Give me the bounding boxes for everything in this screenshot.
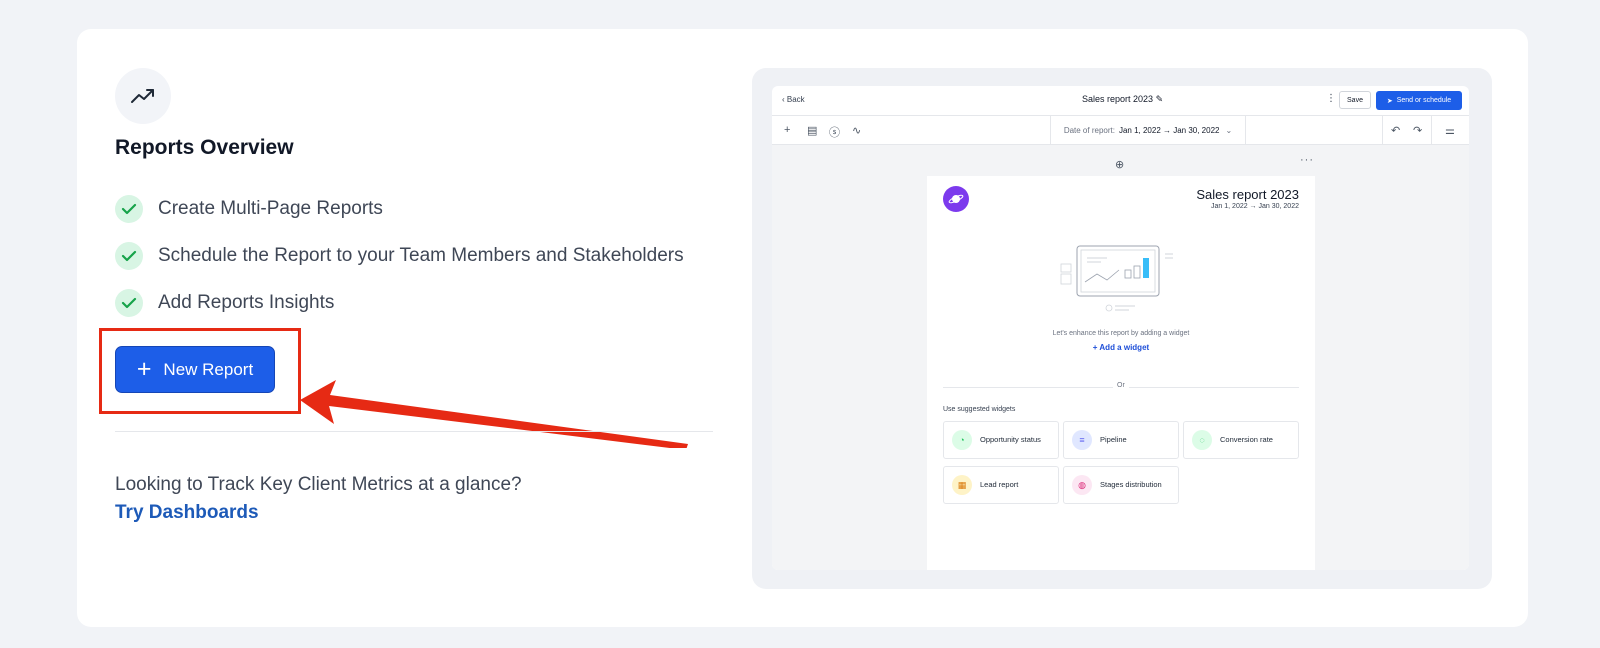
redo-icon[interactable]: ↷ [1413,124,1422,137]
widget-opportunity-status[interactable]: ◔ Opportunity status [943,421,1059,459]
more-vertical-icon[interactable]: ⋮ [1326,93,1336,104]
feature-label: Schedule the Report to your Team Members… [158,245,684,266]
more-horizontal-icon[interactable]: ··· [1300,154,1314,166]
highlight-box [99,328,301,414]
date-label: Date of report: [1063,126,1115,135]
widget-conversion-rate[interactable]: ◌ Conversion rate [1183,421,1299,459]
or-label: Or [1113,382,1129,389]
check-icon [115,195,143,223]
doc-title: Sales report 2023 ✎ [1082,94,1164,104]
settings-sliders-icon[interactable]: ⚌ [1445,124,1455,137]
check-icon [115,242,143,270]
divider [115,431,713,432]
feature-item: Create Multi-Page Reports [115,195,383,223]
refresh-circle-icon: ◌ [1192,430,1212,450]
feature-item: Add Reports Insights [115,289,334,317]
feature-label: Add Reports Insights [158,292,335,313]
editor-toolbar: + ▤ ⓢ ∿ Date of report: Jan 1, 2022 → Ja… [772,116,1469,145]
annotation-arrow-icon [300,380,688,448]
empty-state-text: Let's enhance this report by adding a wi… [1052,330,1190,337]
feature-item: Schedule the Report to your Team Members… [115,242,684,270]
back-button[interactable]: ‹ Back [782,95,805,104]
history-controls: ↶ ↷ [1382,116,1432,145]
suggested-widgets-label: Use suggested widgets [943,406,1016,413]
chart-file-icon: ▦ [952,475,972,495]
undo-icon[interactable]: ↶ [1391,124,1400,137]
dashboards-prompt: Looking to Track Key Client Metrics at a… [115,474,522,495]
chevron-down-icon: ⌄ [1225,126,1233,135]
widget-stages-distribution[interactable]: ◍ Stages distribution [1063,466,1179,504]
page-title: Reports Overview [115,136,294,159]
donut-icon: ◍ [1072,475,1092,495]
report-editor-preview: ‹ Back Sales report 2023 ✎ ⋮ Save ➤ Send … [772,86,1469,570]
try-dashboards-link[interactable]: Try Dashboards [115,502,259,524]
pie-chart-icon: ◔ [952,430,972,450]
add-page-icon[interactable]: ⊕ [1115,158,1124,171]
send-or-schedule-button[interactable]: ➤ Send or schedule [1376,91,1462,110]
check-icon [115,289,143,317]
save-button[interactable]: Save [1339,91,1371,109]
dollar-icon[interactable]: ⓢ [829,124,840,140]
send-icon: ➤ [1386,97,1393,105]
activity-icon[interactable]: ∿ [852,124,861,137]
widget-lead-report[interactable]: ▦ Lead report [943,466,1059,504]
feature-label: Create Multi-Page Reports [158,198,383,219]
filter-list-icon: ≡ [1072,430,1092,450]
add-widget-link[interactable]: + Add a widget [927,343,1315,352]
report-page: Sales report 2023 Jan 1, 2022 → Jan 30, … [927,176,1315,570]
editor-header: ‹ Back Sales report 2023 ✎ ⋮ Save ➤ Send … [772,86,1469,116]
document-icon[interactable]: ▤ [807,124,817,137]
report-page-date: Jan 1, 2022 → Jan 30, 2022 [1211,203,1299,210]
empty-report-illustration [1060,245,1173,312]
date-value: Jan 1, 2022 → Jan 30, 2022 [1118,126,1220,135]
add-icon[interactable]: + [784,124,790,136]
edit-pencil-icon[interactable]: ✎ [1156,94,1164,104]
planet-logo-icon [943,186,969,212]
widget-pipeline[interactable]: ≡ Pipeline [1063,421,1179,459]
date-range-picker[interactable]: Date of report: Jan 1, 2022 → Jan 30, 20… [1050,116,1246,145]
report-page-title: Sales report 2023 [1196,187,1299,202]
trending-up-icon [115,68,171,124]
